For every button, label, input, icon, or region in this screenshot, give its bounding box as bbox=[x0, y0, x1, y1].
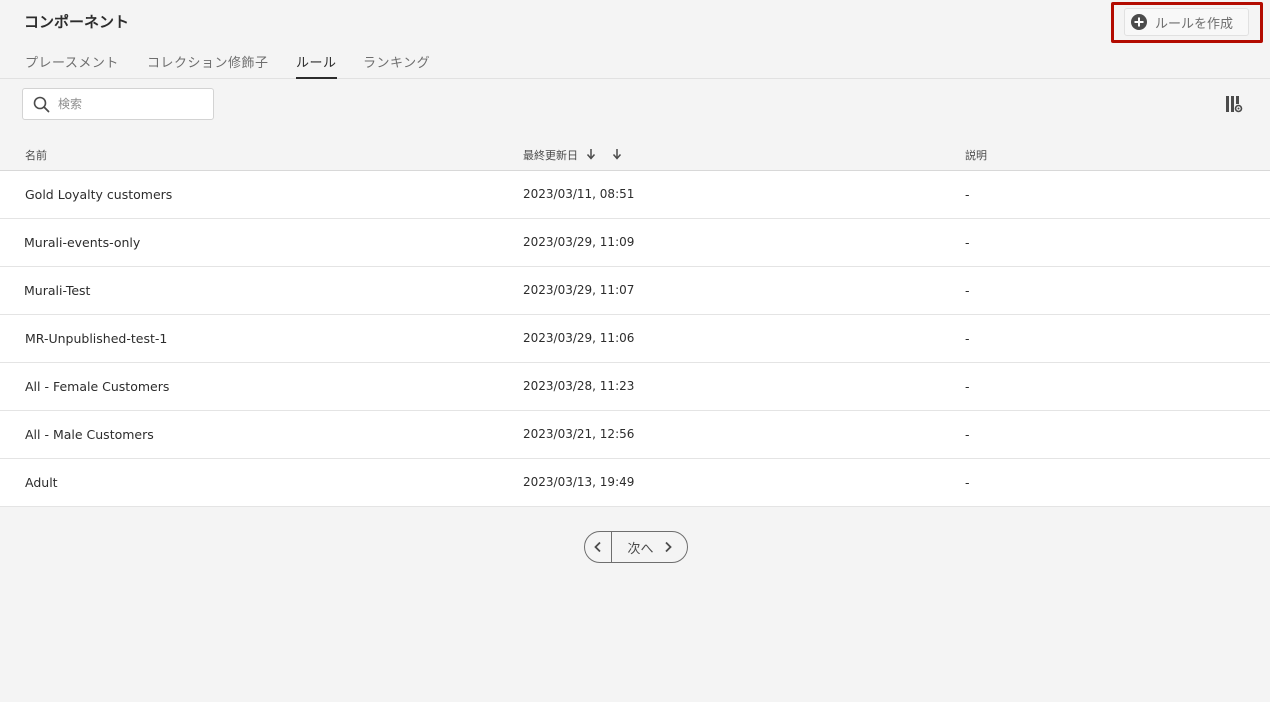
row-name: Murali-events-only bbox=[24, 235, 141, 250]
row-name: All - Male Customers bbox=[25, 427, 154, 442]
row-name: All - Female Customers bbox=[25, 379, 170, 394]
create-rule-button[interactable]: ルールを作成 bbox=[1124, 8, 1249, 36]
row-name: Adult bbox=[25, 475, 58, 490]
row-modified: 2023/03/29, 11:07 bbox=[523, 283, 635, 297]
tab-placements[interactable]: プレースメント bbox=[25, 52, 119, 71]
table-row[interactable]: Gold Loyalty customers 2023/03/11, 08:51… bbox=[0, 171, 1270, 219]
row-modified: 2023/03/13, 19:49 bbox=[523, 475, 635, 489]
table-row[interactable]: Murali-Test 2023/03/29, 11:07 - bbox=[0, 267, 1270, 315]
table-body: Gold Loyalty customers 2023/03/11, 08:51… bbox=[0, 171, 1270, 507]
row-modified: 2023/03/29, 11:09 bbox=[523, 235, 635, 249]
table-row[interactable]: MR-Unpublished-test-1 2023/03/29, 11:06 … bbox=[0, 315, 1270, 363]
active-tab-indicator bbox=[296, 77, 337, 79]
row-modified: 2023/03/29, 11:06 bbox=[523, 331, 635, 345]
chevron-left-icon bbox=[594, 541, 601, 553]
row-description: - bbox=[965, 283, 970, 298]
row-description: - bbox=[965, 187, 970, 202]
row-description: - bbox=[965, 475, 970, 490]
chevron-right-icon bbox=[664, 541, 672, 553]
tab-rules[interactable]: ルール bbox=[296, 52, 337, 71]
row-modified: 2023/03/28, 11:23 bbox=[523, 379, 635, 393]
row-modified: 2023/03/21, 12:56 bbox=[523, 427, 635, 441]
page-title: コンポーネント bbox=[24, 13, 130, 31]
row-name: Gold Loyalty customers bbox=[25, 187, 173, 202]
next-page-button[interactable]: 次へ bbox=[612, 532, 687, 562]
table-header: 名前 最終更新日 説明 bbox=[0, 140, 1270, 171]
previous-page-button[interactable] bbox=[585, 532, 612, 562]
tab-rankings[interactable]: ランキング bbox=[363, 52, 430, 71]
pagination: 次へ bbox=[584, 531, 688, 563]
column-settings-icon[interactable] bbox=[1225, 95, 1243, 117]
table-row[interactable]: Adult 2023/03/13, 19:49 - bbox=[0, 459, 1270, 507]
add-circle-icon bbox=[1131, 14, 1147, 30]
search-input[interactable] bbox=[58, 97, 198, 111]
tab-bar: プレースメント コレクション修飾子 ルール ランキング bbox=[0, 44, 1270, 79]
next-page-label: 次へ bbox=[627, 541, 654, 557]
column-header-description[interactable]: 説明 bbox=[965, 147, 987, 163]
row-description: - bbox=[965, 331, 970, 346]
row-name: MR-Unpublished-test-1 bbox=[25, 331, 168, 346]
table-row[interactable]: All - Female Customers 2023/03/28, 11:23… bbox=[0, 363, 1270, 411]
create-rule-label: ルールを作成 bbox=[1155, 16, 1234, 32]
row-modified: 2023/03/11, 08:51 bbox=[523, 187, 635, 201]
row-name: Murali-Test bbox=[24, 283, 91, 298]
search-icon bbox=[33, 96, 50, 112]
sort-arrow-icon[interactable] bbox=[586, 148, 596, 163]
search-box bbox=[22, 88, 214, 120]
sort-arrow-icon[interactable] bbox=[612, 148, 622, 163]
row-description: - bbox=[965, 427, 970, 442]
column-header-name[interactable]: 名前 bbox=[25, 147, 47, 163]
table-row[interactable]: Murali-events-only 2023/03/29, 11:09 - bbox=[0, 219, 1270, 267]
table-row[interactable]: All - Male Customers 2023/03/21, 12:56 - bbox=[0, 411, 1270, 459]
row-description: - bbox=[965, 235, 970, 250]
column-header-modified[interactable]: 最終更新日 bbox=[523, 147, 622, 163]
row-description: - bbox=[965, 379, 970, 394]
tab-collection-qualifiers[interactable]: コレクション修飾子 bbox=[147, 52, 269, 71]
